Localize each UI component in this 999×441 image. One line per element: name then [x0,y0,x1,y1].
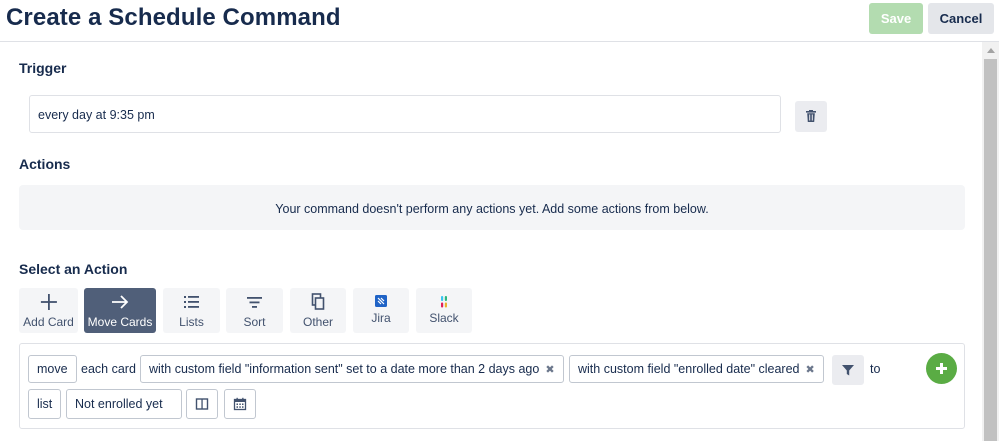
header-bar: Create a Schedule Command Save Cancel [0,0,999,42]
remove-filter-icon[interactable]: ✖ [806,364,815,376]
arrow-right-icon [112,295,129,309]
save-button[interactable]: Save [869,3,923,34]
tab-label: Jira [371,311,391,325]
copy-icon [311,293,325,310]
verb-dropdown[interactable]: move [28,355,77,383]
jira-icon [375,295,387,307]
tab-jira[interactable]: Jira [353,288,409,333]
list-icon [184,296,199,308]
scroll-thumb[interactable] [984,59,997,441]
tab-label: Other [302,315,333,329]
trash-icon [806,110,816,122]
to-text: to [870,362,881,376]
empty-actions-message: Your command doesn't perform any actions… [275,202,709,216]
actions-section-title: Actions [19,156,71,172]
tab-slack[interactable]: Slack [416,288,472,333]
tab-sort[interactable]: Sort [226,288,283,333]
slack-icon [441,296,447,308]
page-title: Create a Schedule Command [6,4,341,31]
tab-label: Sort [243,315,266,329]
filter-chip-enrolled-date[interactable]: with custom field "enrolled date" cleare… [569,355,824,383]
scrollbar[interactable] [982,42,999,441]
tab-label: Lists [179,315,204,329]
destination-type-dropdown[interactable]: list [28,389,62,419]
tab-lists[interactable]: Lists [163,288,220,333]
filter-chip-information-sent[interactable]: with custom field "information sent" set… [140,355,564,383]
each-card-text: each card [81,362,136,376]
board-picker-button[interactable] [186,389,218,419]
list-name-input[interactable]: Not enrolled yet [66,389,182,419]
plus-icon [40,294,57,310]
tab-label: Slack [429,311,459,325]
add-action-plus-icon[interactable] [926,353,957,384]
trigger-section-title: Trigger [19,60,67,76]
delete-trigger-button[interactable] [795,101,827,132]
filter-icon [842,365,854,376]
date-picker-button[interactable] [224,389,256,419]
remove-filter-icon[interactable]: ✖ [545,364,554,376]
tab-move-cards[interactable]: Move Cards [84,288,156,333]
tab-add-card[interactable]: Add Card [19,288,78,333]
empty-actions-panel: Your command doesn't perform any actions… [19,185,965,230]
filter-chip-label: with custom field "enrolled date" cleare… [578,362,800,376]
filter-chip-label: with custom field "information sent" set… [149,362,540,376]
trigger-value: every day at 9:35 pm [38,108,155,122]
tab-label: Add Card [23,315,74,329]
select-action-section-title: Select an Action [19,261,128,277]
cancel-button[interactable]: Cancel [928,3,994,34]
columns-icon [195,398,209,410]
add-filter-button[interactable] [832,355,864,385]
sort-icon [247,297,262,308]
calendar-icon [233,397,247,411]
tab-other[interactable]: Other [290,288,346,333]
trigger-field[interactable]: every day at 9:35 pm [29,95,781,133]
scroll-up-arrow-icon[interactable] [982,42,999,59]
tab-label: Move Cards [87,315,153,329]
